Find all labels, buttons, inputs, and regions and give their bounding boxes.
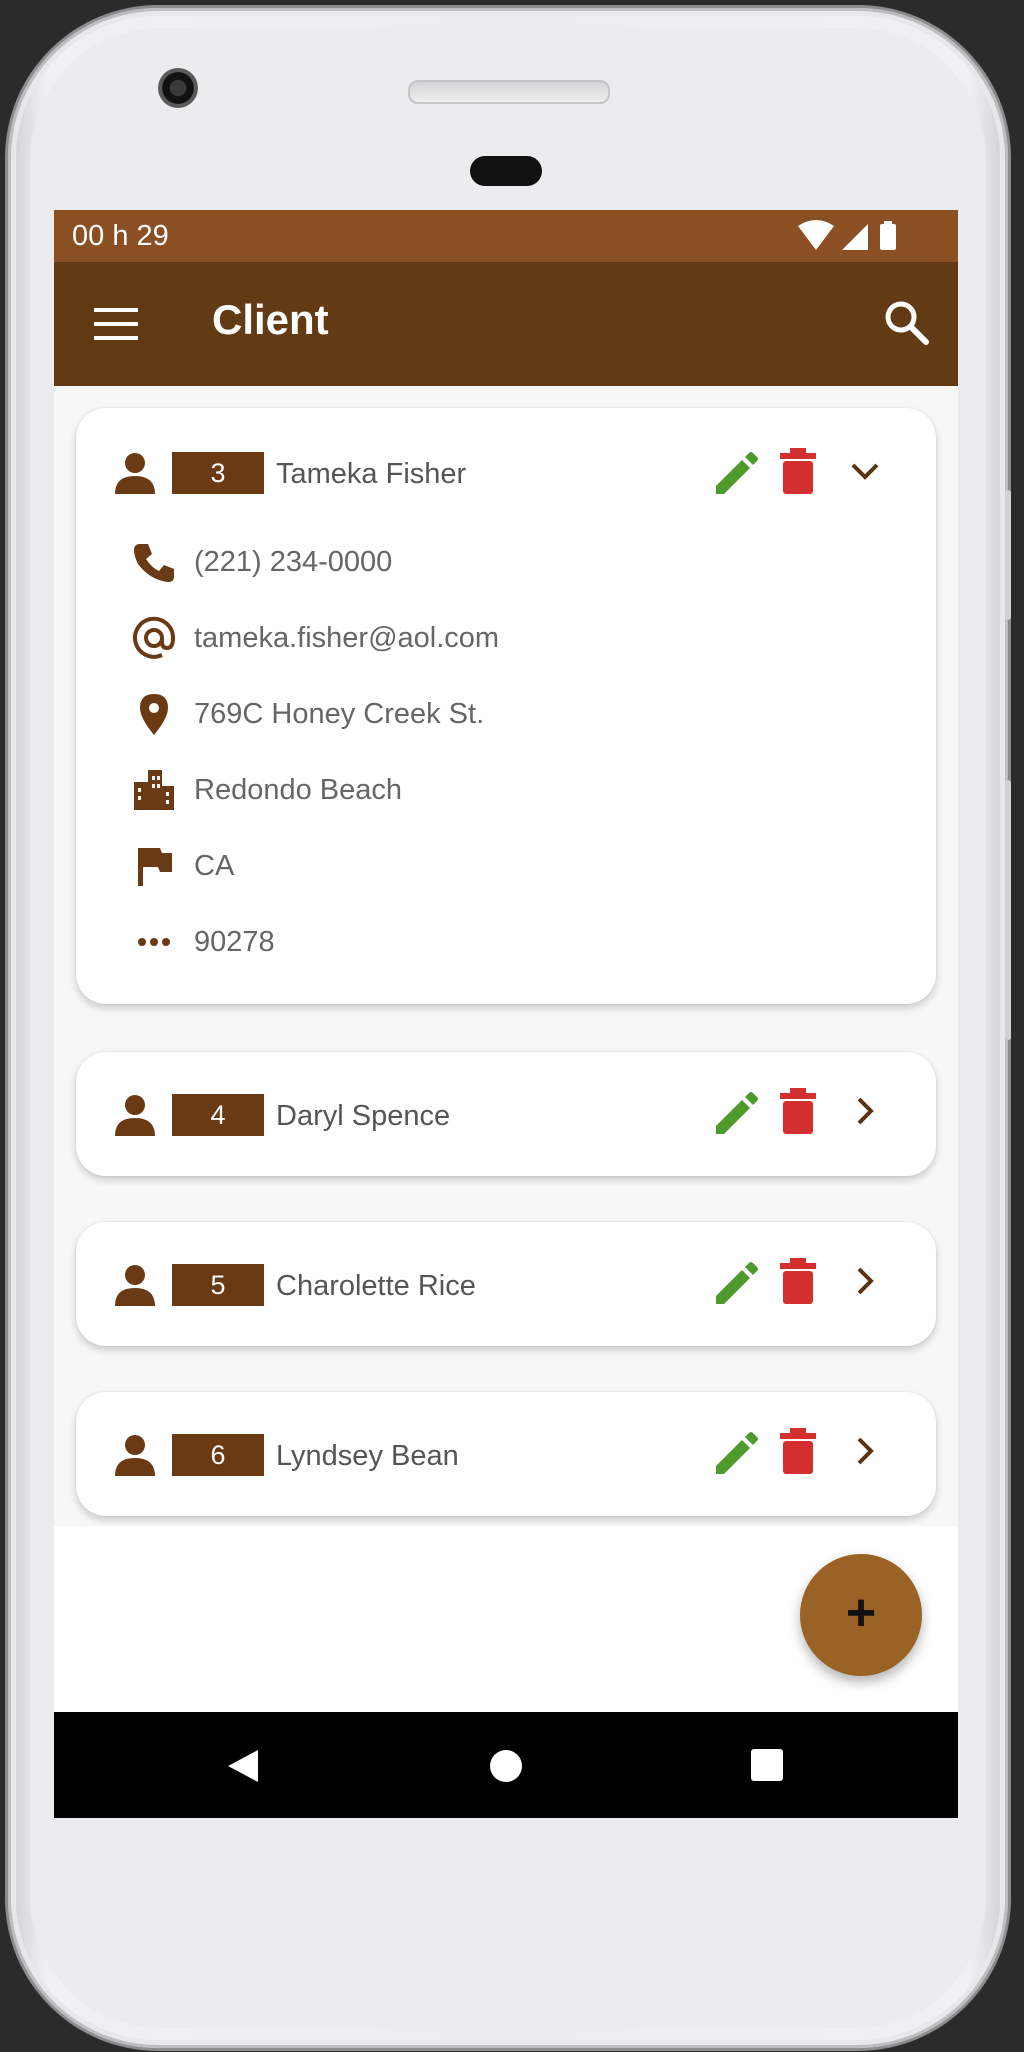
battery-icon xyxy=(880,224,896,250)
client-name: Daryl Spence xyxy=(276,1100,451,1132)
cell-signal-icon xyxy=(842,224,868,250)
system-nav-bar xyxy=(54,1712,958,1818)
client-name: Tameka Fisher xyxy=(276,458,467,490)
home-button[interactable] xyxy=(488,1748,524,1784)
search-icon[interactable] xyxy=(882,298,930,346)
menu-icon[interactable] xyxy=(94,304,138,344)
app-bar: Client xyxy=(54,262,958,386)
back-button[interactable] xyxy=(226,1748,260,1784)
power-button xyxy=(1005,490,1011,620)
plus-icon: + xyxy=(845,1584,877,1642)
state: CA xyxy=(194,850,235,882)
trash-icon[interactable] xyxy=(778,1428,818,1474)
page-title: Client xyxy=(212,296,329,343)
client-card[interactable]: 5 Charolette Rice xyxy=(76,1222,936,1346)
status-time: 00 h 29 xyxy=(72,220,169,252)
chevron-right-icon[interactable] xyxy=(844,1430,886,1472)
phone-icon xyxy=(134,544,174,582)
city-icon xyxy=(134,770,174,810)
email-address: tameka.fisher@aol.com xyxy=(194,622,500,654)
pencil-icon[interactable] xyxy=(712,1260,758,1306)
add-client-button[interactable]: + xyxy=(800,1554,922,1676)
wifi-icon xyxy=(798,220,834,250)
client-card[interactable]: 6 Lyndsey Bean xyxy=(76,1392,936,1516)
person-icon xyxy=(115,1265,155,1306)
chevron-right-icon[interactable] xyxy=(844,1260,886,1302)
front-camera xyxy=(158,68,198,108)
pencil-icon[interactable] xyxy=(712,1430,758,1476)
client-list: 3 Tameka Fisher (221) 234-0000 tameka.fi… xyxy=(54,386,958,1746)
zip-code: 90278 xyxy=(194,926,275,958)
client-card[interactable]: 4 Daryl Spence xyxy=(76,1052,936,1176)
status-icons xyxy=(798,220,896,250)
client-id-badge: 5 xyxy=(172,1264,264,1306)
client-id-badge: 6 xyxy=(172,1434,264,1476)
flag-icon xyxy=(138,848,172,886)
client-name: Lyndsey Bean xyxy=(276,1440,459,1472)
phone-number: (221) 234-0000 xyxy=(194,546,393,578)
city: Redondo Beach xyxy=(194,774,402,806)
person-icon xyxy=(115,453,155,494)
street-address: 769C Honey Creek St. xyxy=(194,698,485,730)
client-card[interactable]: 3 Tameka Fisher (221) 234-0000 tameka.fi… xyxy=(76,408,936,1004)
person-icon xyxy=(115,1095,155,1136)
chevron-down-icon[interactable] xyxy=(844,450,886,492)
earpiece-speaker xyxy=(408,80,610,104)
status-bar: 00 h 29 xyxy=(54,210,958,262)
person-icon xyxy=(115,1435,155,1476)
proximity-sensor xyxy=(470,156,542,186)
app-screen: 00 h 29 Client 3 Tameka Fisher (221) 234… xyxy=(54,210,958,1818)
pencil-icon[interactable] xyxy=(712,450,758,496)
chevron-right-icon[interactable] xyxy=(844,1090,886,1132)
trash-icon[interactable] xyxy=(778,448,818,494)
more-horiz-icon xyxy=(138,938,170,946)
recents-button[interactable] xyxy=(750,1748,784,1782)
map-pin-icon xyxy=(140,694,168,735)
client-name: Charolette Rice xyxy=(276,1270,476,1302)
client-id-badge: 3 xyxy=(172,452,264,494)
at-sign-icon xyxy=(133,616,176,659)
volume-button xyxy=(1005,780,1011,1040)
pencil-icon[interactable] xyxy=(712,1090,758,1136)
trash-icon[interactable] xyxy=(778,1258,818,1304)
trash-icon[interactable] xyxy=(778,1088,818,1134)
client-id-badge: 4 xyxy=(172,1094,264,1136)
